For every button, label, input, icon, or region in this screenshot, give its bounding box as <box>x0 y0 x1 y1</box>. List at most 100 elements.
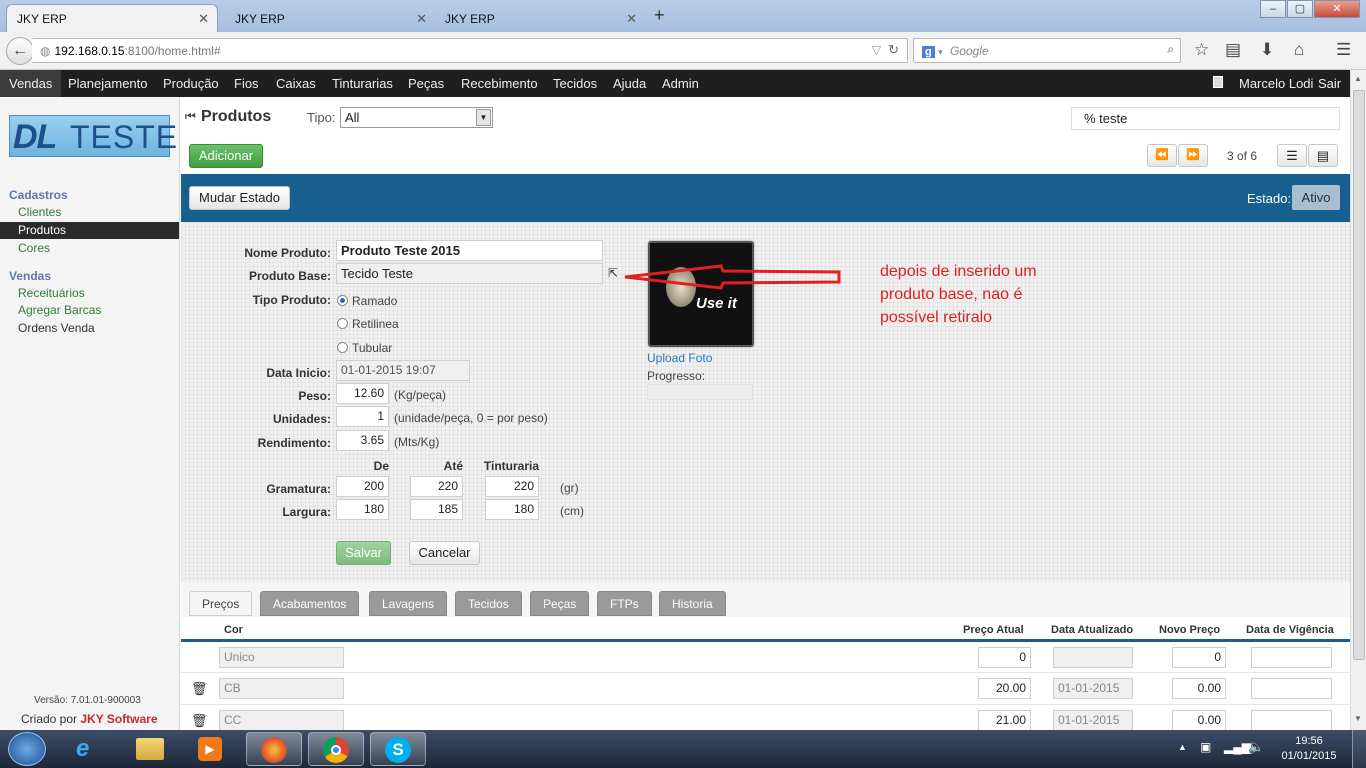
maximize-button[interactable]: ▢ <box>1287 0 1313 18</box>
sidebar-item-receituarios[interactable]: Receituários <box>0 285 179 302</box>
url-bar[interactable]: ◍ 192.168.0.15:8100/home.html# ▽ ↻ <box>32 38 908 63</box>
tab-precos[interactable]: Preços <box>189 591 253 616</box>
radio-tubular-label[interactable]: Tubular <box>352 341 392 355</box>
close-tab-icon[interactable]: ✕ <box>198 11 209 27</box>
novo-preco-input[interactable]: 0.00 <box>1172 678 1226 699</box>
gramatura-tinturaria-input[interactable]: 220 <box>485 476 539 497</box>
menu-fios[interactable]: Fios <box>225 70 268 97</box>
rendimento-input[interactable]: 3.65 <box>336 430 389 451</box>
menu-producao[interactable]: Produção <box>154 70 228 97</box>
dropdown-icon[interactable]: ▽ <box>872 43 881 57</box>
logout-link[interactable]: Sair <box>1309 70 1350 97</box>
novo-preco-input[interactable]: 0.00 <box>1172 710 1226 730</box>
radio-retilinea-label[interactable]: Retilinea <box>352 317 399 331</box>
menu-icon[interactable]: ☰ <box>1336 40 1351 60</box>
preco-atual-input[interactable]: 21.00 <box>978 710 1031 730</box>
save-button[interactable]: Salvar <box>336 541 391 565</box>
firefox-icon[interactable] <box>246 732 302 766</box>
show-hidden-icons[interactable]: ▲ <box>1178 742 1187 752</box>
product-photo[interactable]: Use it <box>648 241 754 347</box>
show-desktop-button[interactable] <box>1352 730 1366 768</box>
start-button[interactable] <box>8 732 46 766</box>
bookmarks-icon[interactable]: ▤ <box>1225 40 1241 60</box>
novo-preco-input[interactable]: 0 <box>1172 647 1226 668</box>
largura-de-input[interactable]: 180 <box>336 499 389 520</box>
radio-tubular[interactable] <box>337 342 348 353</box>
scrollbar-thumb[interactable] <box>1353 90 1365 660</box>
skype-icon[interactable]: S <box>370 732 426 766</box>
preco-atual-input[interactable]: 20.00 <box>978 678 1031 699</box>
browser-tab[interactable]: JKY ERP ✕ <box>6 4 218 32</box>
tab-pecas[interactable]: Peças <box>530 591 590 616</box>
add-button[interactable]: Adicionar <box>189 144 263 168</box>
form-view-icon[interactable]: ▤ <box>1308 144 1338 167</box>
menu-admin[interactable]: Admin <box>653 70 708 97</box>
cancel-button[interactable]: Cancelar <box>409 541 480 565</box>
chrome-icon[interactable] <box>308 732 364 766</box>
company-link[interactable]: JKY Software <box>80 712 157 726</box>
network-adapter-icon[interactable]: ▣ <box>1200 740 1211 754</box>
radio-ramado-label[interactable]: Ramado <box>352 294 397 308</box>
volume-icon[interactable]: 🔈 <box>1248 739 1264 755</box>
trash-icon[interactable]: 🗑 <box>191 713 208 729</box>
peso-input[interactable]: 12.60 <box>336 383 389 404</box>
scroll-down-icon[interactable]: ▼ <box>1354 714 1362 723</box>
home-icon[interactable]: ⌂ <box>1294 40 1304 60</box>
sidebar-item-cores[interactable]: Cores <box>0 240 179 257</box>
scroll-up-icon[interactable]: ▲ <box>1354 74 1362 83</box>
gramatura-ate-input[interactable]: 220 <box>410 476 463 497</box>
tab-tecidos[interactable]: Tecidos <box>455 591 522 616</box>
upload-photo-link[interactable]: Upload Foto <box>647 351 712 365</box>
browser-tab[interactable]: JKY ERP ✕ <box>434 4 646 32</box>
unidades-input[interactable]: 1 <box>336 406 389 427</box>
search-filter-input[interactable]: % teste <box>1071 107 1340 130</box>
bookmark-star-icon[interactable]: ☆ <box>1194 40 1209 60</box>
menu-pecas[interactable]: Peças <box>399 70 453 97</box>
list-view-icon[interactable]: ☰ <box>1277 144 1307 167</box>
close-tab-icon[interactable]: ✕ <box>626 11 637 27</box>
previous-icon[interactable]: ⏪ <box>1147 144 1177 167</box>
menu-tecidos[interactable]: Tecidos <box>544 70 606 97</box>
menu-tinturarias[interactable]: Tinturarias <box>323 70 402 97</box>
media-player-icon[interactable]: ▶ <box>182 732 238 766</box>
largura-tinturaria-input[interactable]: 180 <box>485 499 539 520</box>
download-icon[interactable]: ⬇ <box>1260 40 1274 60</box>
largura-ate-input[interactable]: 185 <box>410 499 463 520</box>
menu-vendas[interactable]: Vendas <box>0 70 62 97</box>
clock[interactable]: 19:56 01/01/2015 <box>1280 734 1338 764</box>
signal-icon[interactable]: ▂▄▆ <box>1224 740 1251 754</box>
data-vigencia-input[interactable] <box>1251 678 1332 699</box>
close-tab-icon[interactable]: ✕ <box>416 11 427 27</box>
menu-caixas[interactable]: Caixas <box>267 70 325 97</box>
browser-tab[interactable]: JKY ERP ✕ <box>224 4 436 32</box>
tab-acabamentos[interactable]: Acabamentos <box>260 591 360 616</box>
menu-planejamento[interactable]: Planejamento <box>59 70 157 97</box>
reload-icon[interactable]: ↻ <box>888 42 899 58</box>
sidebar-item-agregar-barcas[interactable]: Agregar Barcas <box>0 302 179 319</box>
menu-recebimento[interactable]: Recebimento <box>452 70 547 97</box>
new-tab-button[interactable]: + <box>654 5 665 26</box>
internet-explorer-icon[interactable]: e <box>62 732 118 766</box>
radio-ramado[interactable] <box>337 295 348 306</box>
search-icon[interactable]: ⌕ <box>1167 42 1174 57</box>
trash-icon[interactable]: 🗑 <box>191 681 208 697</box>
vertical-scrollbar[interactable]: ▲ ▼ <box>1350 70 1366 730</box>
gramatura-de-input[interactable]: 200 <box>336 476 389 497</box>
tab-lavagens[interactable]: Lavagens <box>369 591 448 616</box>
change-state-button[interactable]: Mudar Estado <box>189 186 290 210</box>
sidebar-item-produtos[interactable]: Produtos <box>0 222 179 239</box>
data-vigencia-input[interactable] <box>1251 647 1332 668</box>
preco-atual-input[interactable]: 0 <box>978 647 1031 668</box>
minimize-button[interactable]: – <box>1260 0 1286 18</box>
sidebar-item-ordens-venda[interactable]: Ordens Venda <box>0 320 179 337</box>
tab-ftps[interactable]: FTPs <box>597 591 652 616</box>
collapse-sidebar-icon[interactable]: ⏮ <box>185 109 196 124</box>
back-icon[interactable]: ← <box>6 37 34 65</box>
radio-retilinea[interactable] <box>337 318 348 329</box>
search-box[interactable]: g ▾ Google ⌕ <box>913 38 1181 63</box>
file-explorer-icon[interactable] <box>122 732 178 766</box>
data-vigencia-input[interactable] <box>1251 710 1332 730</box>
menu-ajuda[interactable]: Ajuda <box>604 70 655 97</box>
next-icon[interactable]: ⏩ <box>1178 144 1208 167</box>
tipo-select[interactable]: All ▼ <box>340 107 493 128</box>
